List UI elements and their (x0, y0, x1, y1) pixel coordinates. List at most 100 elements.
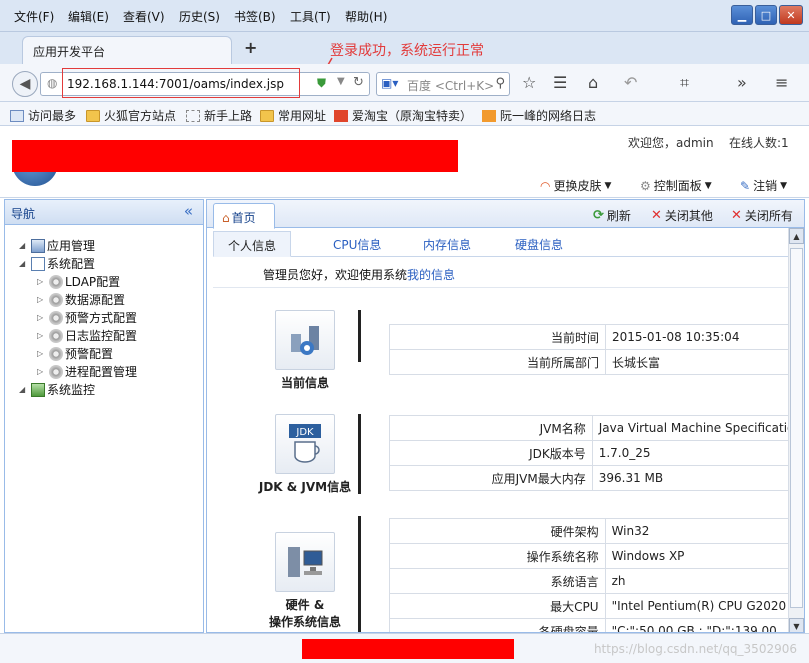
tab-home-label: 首页 (231, 211, 256, 225)
app-header: 欢迎您，admin 在线人数:1 ◠ 更换皮肤 ▼ ⚙ 控制面板 ▼ ✎ 注销 ▼ (0, 126, 809, 198)
hardware-os-table: 硬件架构 Win32 操作系统名称 Windows XP 系统语言 zh 最大CPU "… (389, 518, 804, 632)
menu-history[interactable]: 历史(S) (179, 8, 220, 25)
bookmark-label: 火狐官方站点 (104, 109, 177, 123)
field-label: 硬件架构 (389, 518, 606, 544)
subtab-memory-info[interactable]: 内存信息 (409, 231, 485, 257)
subtab-cpu-info[interactable]: CPU信息 (319, 231, 395, 257)
folder-icon (86, 109, 100, 122)
my-info-link[interactable]: 我的信息 (407, 266, 455, 283)
tree-node-system-config[interactable]: ◢ 系统配置 (19, 255, 95, 272)
control-panel-button[interactable]: ⚙ 控制面板 ▼ (640, 177, 712, 194)
field-value: Win32 (604, 518, 804, 544)
menu-bookmarks[interactable]: 书签(B) (234, 8, 276, 25)
hamburger-menu-icon[interactable]: ≡ (775, 73, 788, 92)
tree-node-label: 数据源配置 (65, 293, 126, 307)
collapse-arrow-icon[interactable]: ▷ (37, 349, 47, 358)
overflow-icon[interactable]: » (737, 73, 747, 92)
menu-help[interactable]: 帮助(H) (345, 8, 387, 25)
home-icon[interactable]: ⌂ (588, 73, 598, 92)
bookmark-getting-started[interactable]: 新手上路 (186, 107, 252, 124)
gear-icon (49, 274, 63, 289)
skin-button[interactable]: ◠ 更换皮肤 ▼ (540, 177, 611, 194)
tree-node-app-management[interactable]: ◢ 应用管理 (19, 237, 95, 254)
close-others-label: 关闭其他 (664, 209, 713, 223)
undo-icon[interactable]: ↶ (624, 73, 637, 92)
close-others-button[interactable]: ✕ 关闭其他 (651, 207, 713, 224)
scroll-thumb[interactable] (790, 248, 803, 608)
tree-node-process-config[interactable]: ▷ 进程配置管理 (37, 363, 137, 380)
collapse-icon[interactable]: « (184, 202, 193, 220)
reading-list-icon[interactable]: ☰ (553, 73, 567, 92)
collapse-arrow-icon[interactable]: ▷ (37, 295, 47, 304)
redacted-footer (302, 639, 514, 659)
bookmark-label: 常用网址 (278, 109, 327, 123)
section-hardware-os-label-1: 硬件 & (285, 598, 325, 612)
redacted-title (12, 140, 458, 172)
field-value: zh (604, 568, 804, 594)
table-row: 硬件架构 Win32 (389, 518, 804, 544)
baidu-icon: ▣▾ (381, 76, 399, 90)
bookmark-firefox-site[interactable]: 火狐官方站点 (86, 107, 176, 124)
tab-home[interactable]: ⌂ 首页 (213, 203, 275, 229)
chevron-down-icon: ▼ (780, 180, 787, 191)
table-row: 当前时间 2015-01-08 10:35:04 (389, 324, 804, 350)
collapse-arrow-icon[interactable]: ▷ (37, 367, 47, 376)
tree-node-label: 预警方式配置 (65, 311, 138, 325)
scroll-down-icon[interactable]: ▼ (789, 618, 804, 632)
screenshot-icon[interactable]: ⌗ (680, 73, 689, 93)
scroll-up-icon[interactable]: ▲ (789, 228, 804, 244)
collapse-arrow-icon[interactable]: ▷ (37, 331, 47, 340)
sidebar-header: 导航 « (5, 200, 203, 225)
collapse-arrow-icon[interactable]: ▷ (37, 277, 47, 286)
tree-node-alert-config[interactable]: ▷ 预警配置 (37, 345, 113, 362)
tree-node-log-monitor-config[interactable]: ▷ 日志监控配置 (37, 327, 137, 344)
expand-icon[interactable]: ◢ (19, 241, 29, 250)
reload-icon[interactable]: ↻ (353, 75, 364, 90)
nav-sidebar: 导航 « ◢ 应用管理 ◢ 系统配置 ▷ LDAP配置 ▷ 数据源配置 ▷ 预警方式配置 … (4, 199, 204, 633)
vertical-scrollbar[interactable]: ▲ ▼ (788, 228, 804, 632)
back-icon[interactable]: ◀ (12, 71, 38, 97)
search-box[interactable]: ▣▾ 百度 <Ctrl+K> ⚲ (376, 72, 510, 96)
close-all-label: 关闭所有 (744, 209, 793, 223)
subtab-disk-info[interactable]: 硬盘信息 (501, 231, 577, 257)
dropdown-icon[interactable]: ▼ (337, 76, 345, 87)
subtab-personal-info[interactable]: 个人信息 (213, 231, 292, 257)
logout-button[interactable]: ✎ 注销 ▼ (740, 177, 787, 194)
section-divider (358, 516, 361, 632)
field-value: 长城长富 (605, 349, 804, 375)
menu-edit[interactable]: 编辑(E) (68, 8, 109, 25)
new-tab-icon[interactable]: + (244, 38, 257, 57)
url-highlight-box (62, 68, 300, 98)
tree-node-datasource-config[interactable]: ▷ 数据源配置 (37, 291, 125, 308)
search-icon[interactable]: ⚲ (495, 76, 505, 91)
collapse-arrow-icon[interactable]: ▷ (37, 313, 47, 322)
control-panel-label: 控制面板 (653, 179, 702, 193)
bookmark-common-sites[interactable]: 常用网址 (260, 107, 326, 124)
bookmark-ruanyifeng[interactable]: 阮一峰的网络日志 (482, 107, 596, 124)
menu-view[interactable]: 查看(V) (123, 8, 165, 25)
minimize-icon[interactable]: ▁ (731, 5, 753, 25)
jdk-icon: JDK (275, 414, 335, 474)
maximize-icon[interactable]: □ (755, 5, 777, 25)
tree-node-system-monitor[interactable]: ◢ 系统监控 (19, 381, 95, 398)
taobao-icon (334, 109, 348, 122)
star-icon[interactable]: ☆ (522, 73, 536, 92)
browser-tab[interactable]: 应用开发平台 (22, 36, 232, 64)
bookmark-aitaobao[interactable]: 爱淘宝（原淘宝特卖） (334, 107, 472, 124)
tree-node-ldap-config[interactable]: ▷ LDAP配置 (37, 273, 120, 290)
tree-node-alert-method-config[interactable]: ▷ 预警方式配置 (37, 309, 137, 326)
gear-icon: ⚙ (640, 178, 651, 193)
refresh-icon: ⟳ (593, 208, 604, 223)
menu-tools[interactable]: 工具(T) (290, 8, 331, 25)
menu-file[interactable]: 文件(F) (14, 8, 54, 25)
field-value: "C:":50.00 GB ; "D:":139.00 (604, 618, 804, 632)
tree-node-label: 系统配置 (47, 257, 96, 271)
table-row: 系统语言 zh (389, 568, 804, 594)
close-all-button[interactable]: ✕ 关闭所有 (731, 207, 793, 224)
table-row: JDK版本号 1.7.0_25 (389, 440, 804, 466)
expand-icon[interactable]: ◢ (19, 385, 29, 394)
close-window-icon[interactable]: ✕ (779, 5, 803, 25)
expand-icon[interactable]: ◢ (19, 259, 29, 268)
refresh-button[interactable]: ⟳ 刷新 (593, 207, 631, 224)
bookmark-most-visited[interactable]: 访问最多 (10, 107, 76, 124)
